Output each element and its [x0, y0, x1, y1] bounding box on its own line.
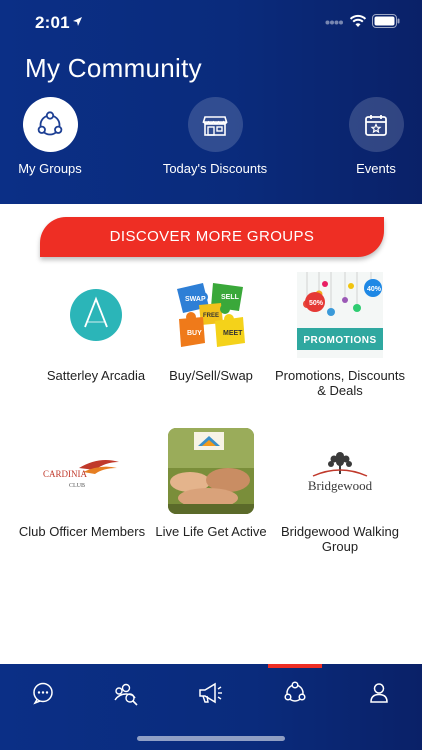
- profile-icon: [370, 683, 388, 703]
- group-label: Promotions, Discounts & Deals: [274, 368, 406, 398]
- nav-chat[interactable]: [28, 678, 58, 708]
- group-bridgewood-walking[interactable]: Bridgewood Bridgewood Walking Group: [270, 428, 410, 554]
- cardinia-club-logo: CARDINIA CLUB: [39, 428, 125, 514]
- puzzle-icon: SWAP SELL FREE BUY MEET: [168, 272, 254, 358]
- calendar-star-icon: [365, 114, 387, 136]
- group-label: Buy/Sell/Swap: [169, 368, 253, 383]
- nav-my-groups[interactable]: [280, 678, 310, 708]
- group-buy-sell-swap[interactable]: SWAP SELL FREE BUY MEET Buy/Sell/Swap: [141, 272, 281, 383]
- todays-discounts-circle: [187, 97, 243, 152]
- my-groups-circle: [22, 97, 78, 152]
- nav-community-search[interactable]: [111, 678, 141, 708]
- puzzle-word: MEET: [223, 330, 243, 337]
- group-promotions[interactable]: 50% 40% PROMOTIONS Promotions, Discounts…: [270, 272, 410, 398]
- bridgewood-logo-text: Bridgewood: [308, 478, 373, 493]
- events-circle: [348, 97, 404, 152]
- cardinia-text: CARDINIA: [43, 469, 87, 479]
- battery-icon: [372, 14, 400, 28]
- puzzle-word: BUY: [187, 330, 202, 337]
- tab-my-groups-label: My Groups: [18, 161, 82, 176]
- groups-icon: [37, 110, 63, 135]
- puzzle-word: SWAP: [185, 296, 206, 303]
- nav-profile[interactable]: [364, 678, 394, 708]
- header: 2:01 My Community My Groups Today's Disc…: [0, 0, 422, 204]
- puzzle-word: SELL: [221, 294, 240, 301]
- group-label: Live Life Get Active: [155, 524, 267, 539]
- live-life-photo: [168, 428, 254, 514]
- home-indicator[interactable]: [137, 736, 285, 741]
- group-label: Bridgewood Walking Group: [280, 524, 400, 554]
- group-club-officer-members[interactable]: CARDINIA CLUB Club Officer Members: [12, 428, 152, 539]
- active-tab-indicator: [268, 664, 322, 668]
- tab-todays-discounts-label: Today's Discounts: [162, 161, 268, 176]
- nav-announcements[interactable]: [195, 678, 225, 708]
- promotions-banner: PROMOTIONS: [303, 335, 376, 346]
- tab-events-label: Events: [356, 161, 396, 176]
- puzzle-word: FREE: [203, 313, 219, 319]
- status-time: 2:01: [35, 13, 70, 32]
- discover-more-groups-button[interactable]: DISCOVER MORE GROUPS: [40, 217, 384, 257]
- community-search-icon: [114, 683, 138, 706]
- wifi-icon: [349, 14, 367, 27]
- chat-icon: [33, 682, 53, 705]
- megaphone-icon: [199, 682, 222, 704]
- tab-events[interactable]: Events: [321, 97, 422, 176]
- app-screen: 2:01 My Community My Groups Today's Disc…: [0, 0, 422, 750]
- signal-dots-icon: [325, 20, 343, 25]
- status-bar: 2:01: [0, 0, 422, 44]
- arcadia-logo: [53, 272, 139, 358]
- store-icon: [202, 115, 228, 136]
- tab-todays-discounts[interactable]: Today's Discounts: [160, 97, 270, 176]
- groups-icon: [284, 681, 306, 702]
- bridgewood-logo: Bridgewood: [297, 428, 383, 514]
- location-arrow-icon: [73, 17, 82, 26]
- promo-tag: 50%: [309, 300, 324, 307]
- group-label: Club Officer Members: [18, 524, 146, 539]
- page-title: My Community: [25, 53, 202, 83]
- promo-tag: 40%: [367, 286, 382, 293]
- promotions-icon: 50% 40% PROMOTIONS: [297, 272, 383, 358]
- club-text: CLUB: [69, 483, 85, 489]
- tab-my-groups[interactable]: My Groups: [0, 97, 105, 176]
- group-live-life-get-active[interactable]: Live Life Get Active: [141, 428, 281, 539]
